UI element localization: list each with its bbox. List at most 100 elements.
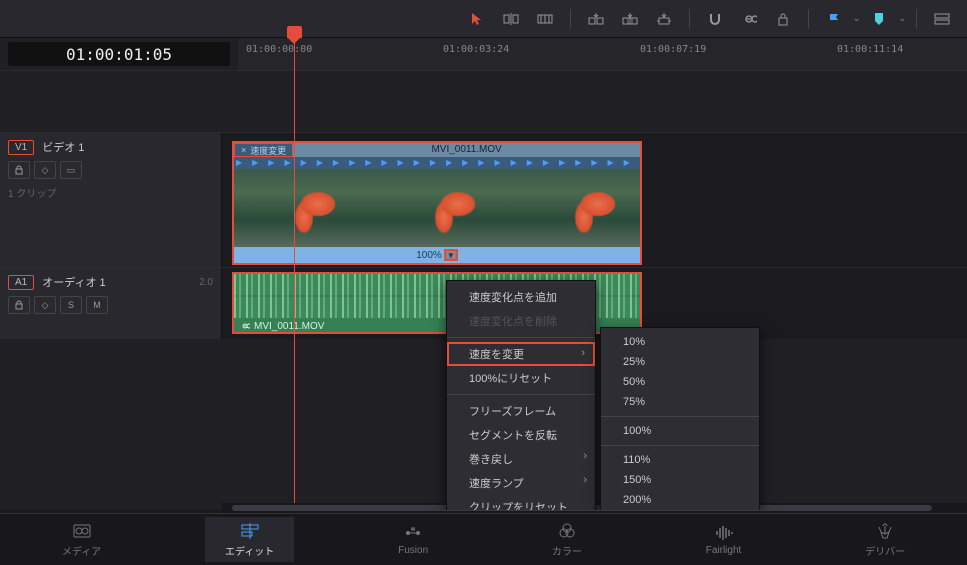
retime-tag[interactable]: × 速度変更: [234, 143, 293, 157]
link-icon[interactable]: [734, 5, 764, 33]
menu-reset-100[interactable]: 100%にリセット: [447, 366, 595, 390]
trim-tool-icon[interactable]: [530, 5, 560, 33]
top-toolbar: ⌄ ⌄: [0, 0, 967, 38]
tab-deliver[interactable]: デリバー: [845, 517, 925, 562]
toolbar-separator: [689, 9, 690, 29]
tab-fairlight-label: Fairlight: [706, 545, 742, 556]
flag-dropdown-arrow[interactable]: ⌄: [853, 13, 861, 24]
ruler-tick: 01:00:11:14: [837, 44, 903, 55]
speed-value: 100%: [416, 250, 442, 261]
marker-icon[interactable]: [864, 5, 894, 33]
track-area: V1 ビデオ 1 ◇ ▭ 1 クリップ × 速度変更 MVI_0011.MO: [0, 70, 967, 510]
selection-tool-icon[interactable]: [462, 5, 492, 33]
clip-thumbnail-icon: [514, 169, 640, 247]
speed-option-200[interactable]: 200%: [601, 490, 759, 510]
speed-dropdown-icon[interactable]: ▼: [444, 249, 458, 261]
tab-deliver-label: デリバー: [865, 543, 905, 558]
video-clip[interactable]: × 速度変更 MVI_0011.MOV ▶▶▶▶▶▶▶▶▶▶▶▶▶▶▶▶▶▶▶▶…: [232, 141, 642, 265]
timeline-view-icon[interactable]: [927, 5, 957, 33]
speed-bar[interactable]: 100% ▼: [234, 247, 640, 263]
audio-clip-name: MVI_0011.MOV: [254, 321, 324, 332]
page-tabs: メディア エディット Fusion カラー Fairlight デリバー: [0, 513, 967, 565]
deliver-icon: [877, 521, 893, 541]
menu-separator: [601, 445, 759, 446]
fusion-icon: [403, 523, 423, 543]
retime-tag-label: 速度変更: [250, 144, 286, 157]
media-icon: [72, 521, 92, 541]
speed-option-50[interactable]: 50%: [601, 372, 759, 392]
video-track-content[interactable]: × 速度変更 MVI_0011.MOV ▶▶▶▶▶▶▶▶▶▶▶▶▶▶▶▶▶▶▶▶…: [222, 133, 967, 267]
audio-channel-label: 2.0: [199, 277, 213, 288]
speed-option-10[interactable]: 10%: [601, 332, 759, 352]
track-clip-count: 1 クリップ: [8, 185, 213, 200]
tab-color-label: カラー: [552, 543, 582, 558]
menu-separator: [601, 416, 759, 417]
menu-reverse-segment[interactable]: セグメントを反転: [447, 423, 595, 447]
menu-change-speed[interactable]: 速度を変更: [447, 342, 595, 366]
overwrite-clip-icon[interactable]: [615, 5, 645, 33]
toolbar-separator: [808, 9, 809, 29]
ruler-tick: 01:00:07:19: [640, 44, 706, 55]
speed-option-75[interactable]: 75%: [601, 392, 759, 412]
retime-context-menu: 速度変化点を追加 速度変化点を削除 速度を変更 100%にリセット フリーズフレ…: [446, 280, 596, 510]
ruler-tick: 01:00:00:00: [246, 44, 312, 55]
audio-track-name: オーディオ 1: [42, 274, 105, 290]
audio-track-badge[interactable]: A1: [8, 275, 34, 290]
toolbar-separator: [916, 9, 917, 29]
tab-media[interactable]: メディア: [42, 517, 121, 562]
menu-speed-ramp[interactable]: 速度ランプ: [447, 471, 595, 495]
close-icon[interactable]: ×: [241, 145, 246, 155]
menu-reset-clip[interactable]: クリップをリセット: [447, 495, 595, 510]
video-track-badge[interactable]: V1: [8, 140, 34, 155]
clip-thumbnail-icon: [374, 169, 514, 247]
blade-tool-icon[interactable]: [496, 5, 526, 33]
clip-thumbnail-strip: [234, 169, 640, 247]
speed-option-110[interactable]: 110%: [601, 450, 759, 470]
track-lock-icon[interactable]: [8, 296, 30, 314]
track-display-icon[interactable]: ▭: [60, 161, 82, 179]
marker-dropdown-arrow[interactable]: ⌄: [898, 13, 906, 24]
link-icon: [240, 321, 250, 331]
track-autoselect-icon[interactable]: ◇: [34, 296, 56, 314]
tab-fusion-label: Fusion: [398, 545, 428, 556]
timeline-ruler[interactable]: 01:00:00:00 01:00:03:24 01:00:07:19 01:0…: [238, 38, 967, 70]
track-mute-button[interactable]: M: [86, 296, 108, 314]
retime-marker-strip: ▶▶▶▶▶▶▶▶▶▶▶▶▶▶▶▶▶▶▶▶▶▶▶▶▶▶▶▶: [234, 157, 640, 169]
menu-freeze-frame[interactable]: フリーズフレーム: [447, 399, 595, 423]
menu-rewind[interactable]: 巻き戻し: [447, 447, 595, 471]
color-icon: [558, 521, 576, 541]
audio-track-header: A1 オーディオ 1 2.0 ◇ S M: [0, 268, 222, 339]
video-track-row: V1 ビデオ 1 ◇ ▭ 1 クリップ × 速度変更 MVI_0011.MO: [0, 132, 967, 267]
edit-icon: [240, 521, 260, 541]
speed-option-25[interactable]: 25%: [601, 352, 759, 372]
timecode-display[interactable]: 01:00:01:05: [8, 42, 230, 66]
replace-clip-icon[interactable]: [649, 5, 679, 33]
tab-color[interactable]: カラー: [532, 517, 602, 562]
tab-edit[interactable]: エディット: [205, 517, 294, 562]
track-lock-icon[interactable]: [8, 161, 30, 179]
track-spacer: [0, 70, 967, 132]
snap-icon[interactable]: [700, 5, 730, 33]
menu-separator: [447, 337, 595, 338]
tab-edit-label: エディット: [225, 543, 274, 558]
flag-icon[interactable]: [819, 5, 849, 33]
menu-separator: [447, 394, 595, 395]
tab-fairlight[interactable]: Fairlight: [686, 519, 762, 560]
ruler-tick: 01:00:03:24: [443, 44, 509, 55]
track-solo-button[interactable]: S: [60, 296, 82, 314]
video-track-header: V1 ビデオ 1 ◇ ▭ 1 クリップ: [0, 133, 222, 267]
timecode-row: 01:00:01:05 01:00:00:00 01:00:03:24 01:0…: [0, 38, 967, 70]
clip-name-label: MVI_0011.MOV: [293, 143, 640, 157]
tab-fusion[interactable]: Fusion: [378, 519, 448, 560]
speed-option-150[interactable]: 150%: [601, 470, 759, 490]
speed-option-100[interactable]: 100%: [601, 421, 759, 441]
insert-clip-icon[interactable]: [581, 5, 611, 33]
tab-media-label: メディア: [62, 543, 101, 558]
speed-submenu: 10% 25% 50% 75% 100% 110% 150% 200% 400%…: [600, 327, 760, 510]
clip-thumbnail-icon: [234, 169, 374, 247]
toolbar-separator: [570, 9, 571, 29]
track-autoselect-icon[interactable]: ◇: [34, 161, 56, 179]
fairlight-icon: [715, 523, 733, 543]
menu-add-speed-point[interactable]: 速度変化点を追加: [447, 285, 595, 309]
lock-icon[interactable]: [768, 5, 798, 33]
